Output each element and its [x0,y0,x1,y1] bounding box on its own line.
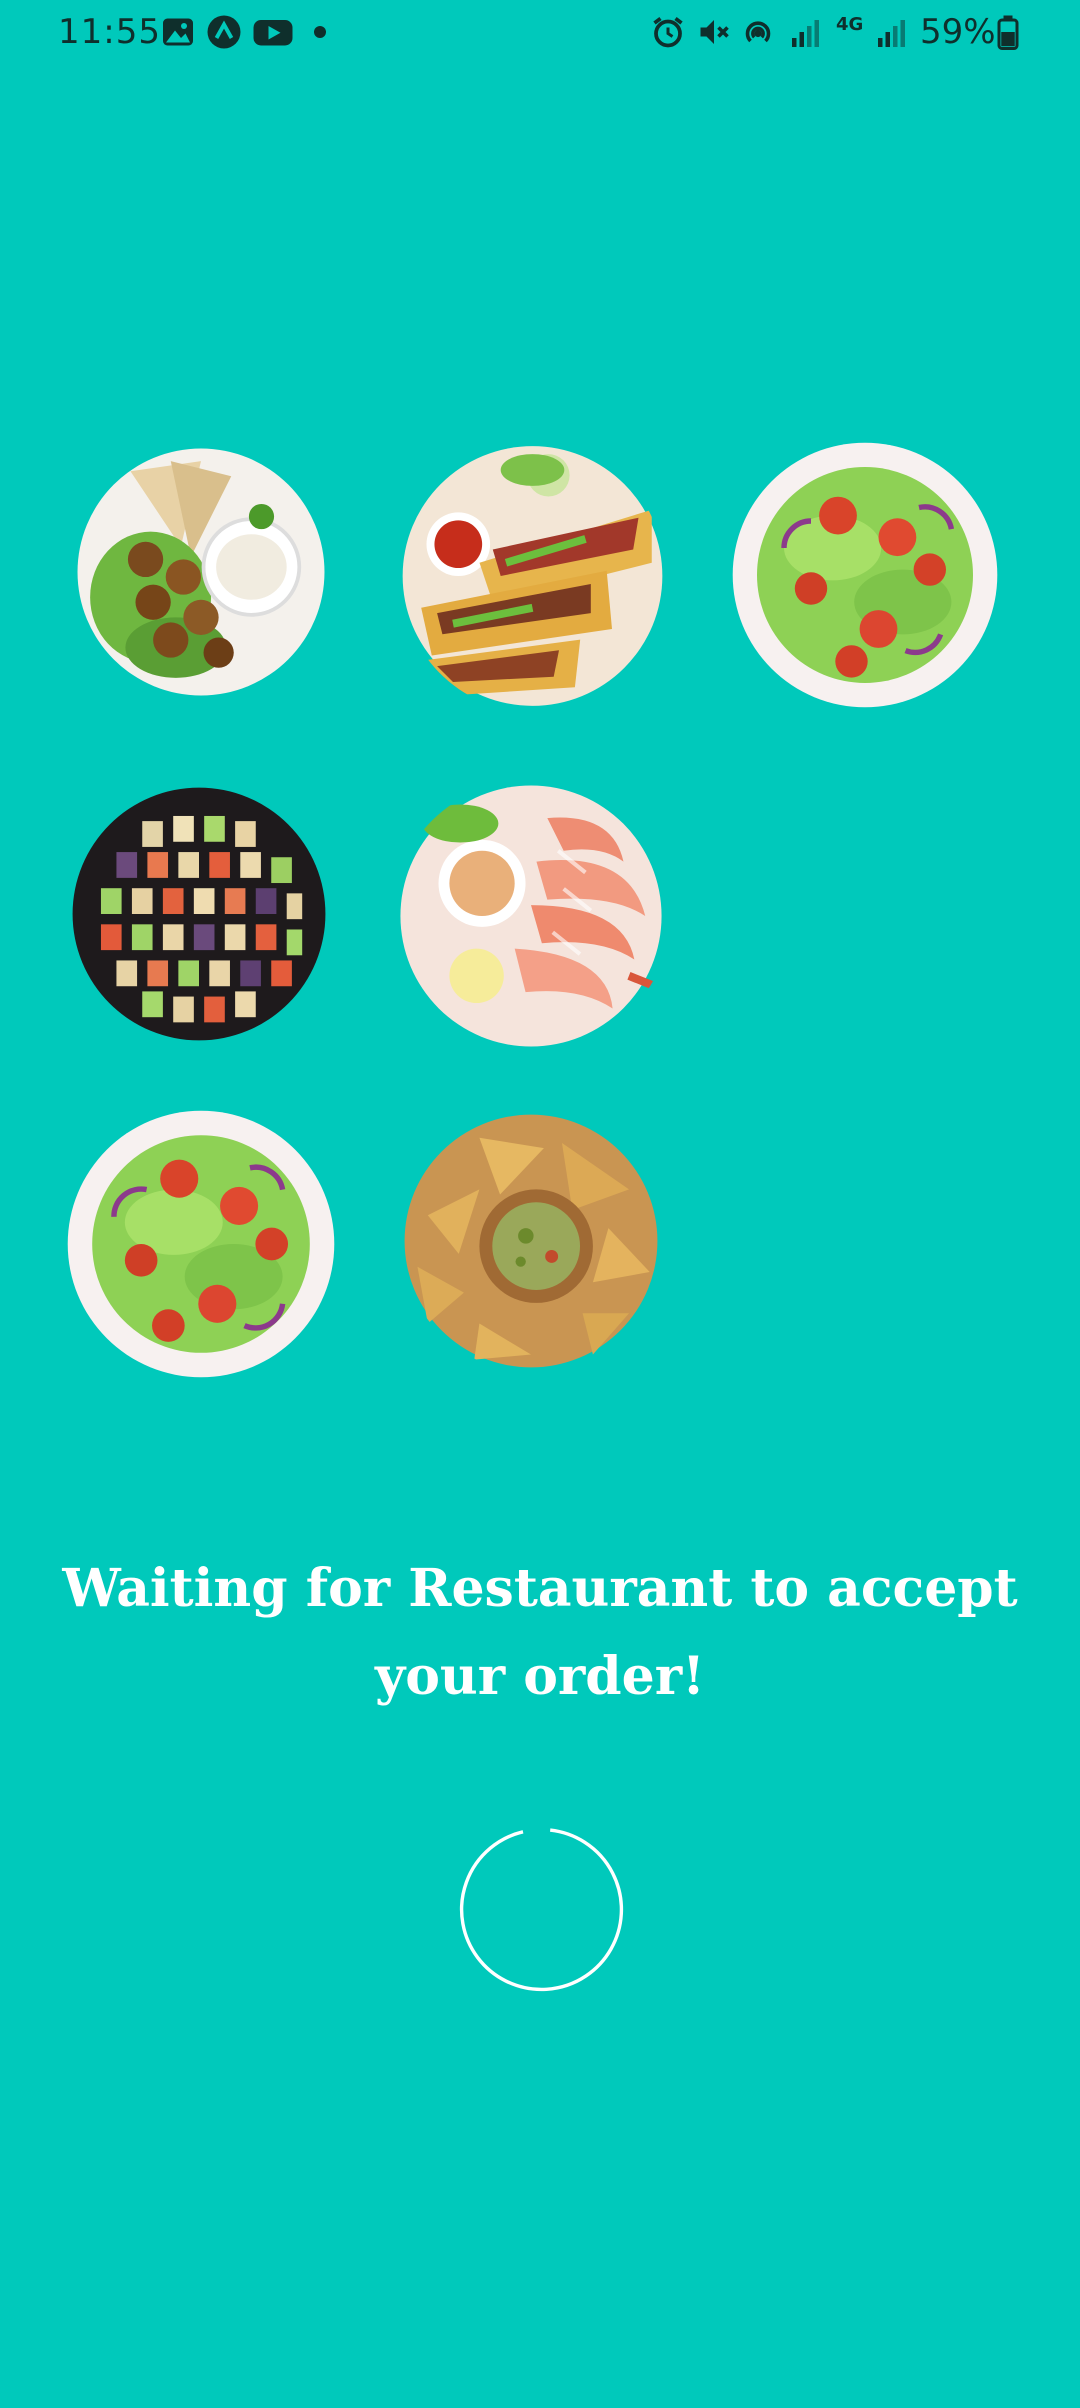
salad-plate-image [730,440,1000,710]
mute-icon [700,20,729,44]
hotspot-icon [745,21,771,43]
network-type: 4G [836,14,864,35]
play-icon [253,20,293,46]
status-time: 11:55 [58,12,161,52]
status-bar: 11:55 4G 59% [0,0,1080,66]
battery-percent: 59% [920,12,996,52]
salad-plate-image [65,1108,337,1380]
image-icon [163,18,193,46]
caret-up-icon [207,15,241,49]
falafel-plate-image [75,443,327,701]
tacos-plate-image [400,440,665,712]
notification-dot-icon [314,26,326,38]
signal-icon [792,20,819,47]
loading-spinner-icon [459,1828,624,1992]
alarm-icon [653,17,683,48]
sushi-plate-image [70,785,328,1043]
battery-icon [997,15,1019,50]
signal-icon [878,20,905,47]
waiting-message: Waiting for Restaurant to accept your or… [62,1558,1018,1707]
shrimp-plate-image [392,780,670,1052]
nachos-plate-image [402,1110,660,1372]
screen: 11:55 4G 59% Waiting for Restaurant to a… [0,0,1080,2408]
